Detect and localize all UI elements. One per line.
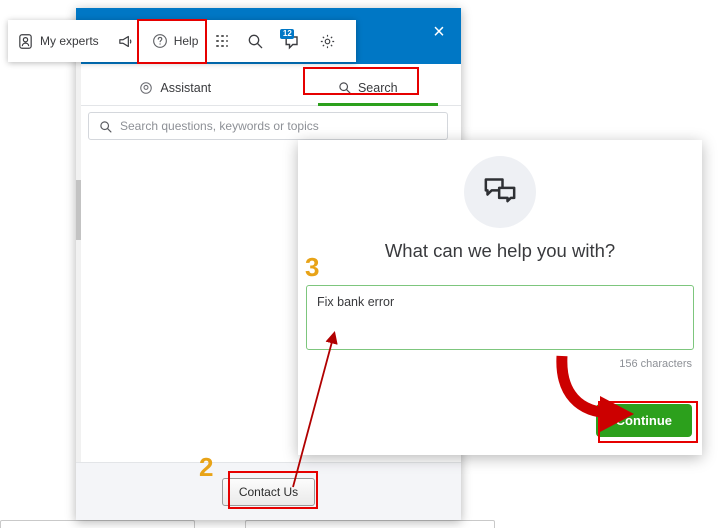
panel-footer: Contact Us [76, 462, 461, 520]
background-field-stub-right [245, 520, 495, 528]
search-icon [99, 120, 112, 133]
assistant-icon [139, 81, 153, 95]
toolbar-item-my-experts-label: My experts [40, 34, 99, 48]
chat-bubbles-icon [464, 156, 536, 228]
gear-icon [319, 33, 336, 50]
contact-us-button[interactable]: Contact Us [221, 477, 316, 506]
toolbar-item-help-label: Help [173, 34, 199, 48]
panel-tabs: Assistant Search [76, 70, 461, 106]
toolbar-item-apps[interactable] [207, 20, 238, 62]
panel-scrollbar-thumb[interactable] [76, 180, 81, 240]
panel-scrollbar-track[interactable] [76, 56, 81, 462]
grid-apps-icon [216, 34, 229, 48]
annotation-number-3: 3 [305, 252, 320, 282]
issue-description-value: Fix bank error [317, 295, 395, 309]
tab-assistant-label: Assistant [160, 80, 212, 95]
issue-description-textarea[interactable]: Fix bank error [306, 285, 694, 350]
megaphone-icon [117, 33, 134, 50]
tab-search[interactable]: Search [317, 70, 438, 106]
toolbar-item-notifications[interactable]: 12 [272, 20, 310, 62]
close-icon[interactable]: × [427, 20, 451, 44]
toolbar-item-my-experts[interactable]: My experts [8, 20, 108, 62]
search-icon [338, 81, 351, 94]
notifications-icon: 12 [280, 29, 301, 51]
toolbar-item-settings[interactable] [310, 20, 345, 62]
screenshot-root: × Assistant Search Search questions, key… [0, 0, 720, 528]
character-counter: 156 characters [619, 358, 692, 370]
toolbar-item-search[interactable] [238, 20, 272, 62]
toolbar-item-help[interactable]: Help [143, 20, 208, 62]
notification-badge: 12 [280, 29, 295, 39]
tab-search-label: Search [357, 80, 398, 95]
modal-title: What can we help you with? [384, 240, 616, 261]
continue-button[interactable]: Continue [595, 404, 692, 437]
search-icon [247, 33, 263, 49]
help-circle-icon [152, 33, 168, 49]
search-input[interactable]: Search questions, keywords or topics [88, 112, 448, 140]
person-icon [17, 33, 34, 50]
search-placeholder: Search questions, keywords or topics [120, 119, 319, 133]
utility-toolbar: My experts Help 12 [8, 20, 356, 62]
tab-assistant[interactable]: Assistant [125, 70, 225, 105]
contact-us-modal: What can we help you with? Fix bank erro… [298, 140, 702, 455]
background-field-stub-left [0, 520, 195, 528]
toolbar-item-announcements[interactable] [108, 20, 143, 62]
annotation-number-2: 2 [199, 452, 214, 482]
